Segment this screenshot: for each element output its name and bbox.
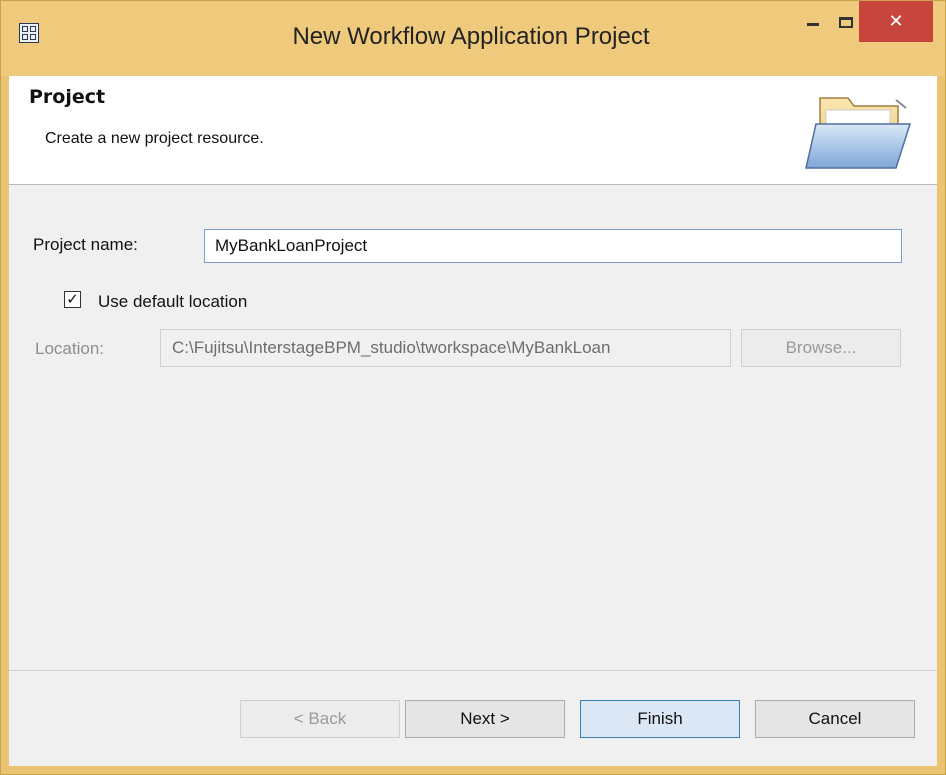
title-bar[interactable]: New Workflow Application Project ✕ <box>1 1 945 76</box>
checkmark-icon: ✓ <box>66 290 79 308</box>
dialog-window: New Workflow Application Project ✕ Proje… <box>0 0 946 775</box>
browse-button[interactable]: Browse... <box>741 329 901 367</box>
minimize-icon <box>807 22 819 26</box>
footer-divider <box>9 670 937 671</box>
page-description: Create a new project resource. <box>45 130 264 147</box>
project-name-input[interactable]: MyBankLoanProject <box>204 229 902 263</box>
close-icon: ✕ <box>888 11 904 32</box>
location-field[interactable]: C:\Fujitsu\InterstageBPM_studio\tworkspa… <box>160 329 731 367</box>
dialog-body: Project Create a new project resource. P… <box>9 76 937 766</box>
page-title: Project <box>29 86 106 108</box>
project-name-label: Project name: <box>33 235 138 255</box>
use-default-location-checkbox[interactable]: ✓ <box>64 291 81 308</box>
maximize-icon <box>839 16 853 28</box>
location-label: Location: <box>35 339 104 358</box>
use-default-location-label[interactable]: Use default location <box>98 292 247 312</box>
window-title: New Workflow Application Project <box>292 23 650 50</box>
next-button[interactable]: Next > <box>405 700 565 738</box>
open-folder-icon <box>805 97 912 169</box>
wizard-banner: Project Create a new project resource. <box>9 76 937 185</box>
project-name-label-text: Project name: <box>33 235 138 254</box>
workflow-app-icon[interactable] <box>19 23 39 43</box>
back-button[interactable]: < Back <box>240 700 400 738</box>
close-button[interactable]: ✕ <box>859 1 933 42</box>
cancel-button[interactable]: Cancel <box>755 700 915 738</box>
finish-button[interactable]: Finish <box>580 700 740 738</box>
